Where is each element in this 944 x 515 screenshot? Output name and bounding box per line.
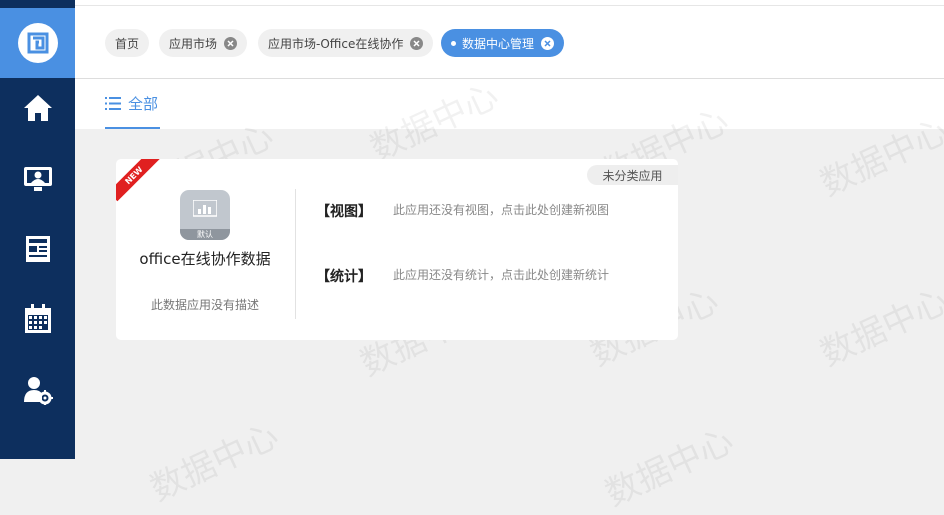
calendar-icon [24, 304, 51, 333]
sidebar-item-user-settings[interactable] [0, 362, 75, 418]
watermark: 数据中心 [144, 415, 285, 510]
icon-label: 默认 [180, 229, 230, 240]
close-icon[interactable] [224, 36, 238, 50]
filter-all-tab[interactable]: 全部 [105, 79, 161, 129]
chart-icon [193, 200, 217, 217]
filter-all-label: 全部 [128, 94, 159, 113]
sidebar-item-monitor-user[interactable] [0, 151, 75, 207]
logo-button[interactable] [0, 8, 75, 78]
monitor-user-icon [23, 167, 52, 191]
tab-app-market-office[interactable]: 应用市场-Office在线协作 [258, 29, 434, 57]
filter-bar: 全部 [75, 79, 944, 129]
news-icon [25, 236, 50, 262]
app-name: office在线协作数据 [139, 250, 271, 268]
app-description: 此数据应用没有描述 [150, 298, 259, 312]
list-icon [105, 96, 121, 110]
tab-label: 数据中心管理 [462, 36, 535, 51]
user-settings-icon [23, 377, 53, 405]
create-view-link[interactable]: 此应用还没有视图，点击此处创建新视图 [393, 201, 609, 218]
home-icon [23, 95, 52, 121]
sidebar [0, 0, 75, 459]
close-icon[interactable] [410, 36, 424, 50]
category-badge: 未分类应用 [587, 165, 678, 185]
sidebar-item-calendar[interactable] [0, 291, 75, 347]
sidebar-item-home[interactable] [0, 80, 75, 136]
tab-label: 首页 [115, 36, 140, 51]
tab-label: 应用市场-Office在线协作 [268, 36, 404, 51]
create-stats-link[interactable]: 此应用还没有统计，点击此处创建新统计 [393, 266, 609, 283]
app-icon[interactable]: 默认 [180, 190, 230, 240]
logo-icon [17, 23, 58, 63]
new-ribbon: NEW [116, 159, 160, 202]
tab-label: 应用市场 [169, 36, 218, 51]
watermark: 数据中心 [814, 280, 944, 375]
watermark: 数据中心 [599, 420, 740, 515]
active-dot [451, 40, 456, 46]
tab-data-center[interactable]: 数据中心管理 [441, 29, 565, 57]
app-card[interactable]: NEW 未分类应用 默认 office在线协作数据 此数据应用没有描述 【视图】… [116, 159, 678, 340]
divider [75, 5, 944, 6]
stats-section-title: 【统计】 [316, 269, 372, 285]
card-divider [295, 189, 296, 319]
tab-home[interactable]: 首页 [105, 29, 150, 57]
tab-app-market[interactable]: 应用市场 [159, 29, 248, 57]
sidebar-item-news[interactable] [0, 221, 75, 277]
view-section-title: 【视图】 [316, 204, 372, 220]
close-icon[interactable] [541, 36, 555, 50]
